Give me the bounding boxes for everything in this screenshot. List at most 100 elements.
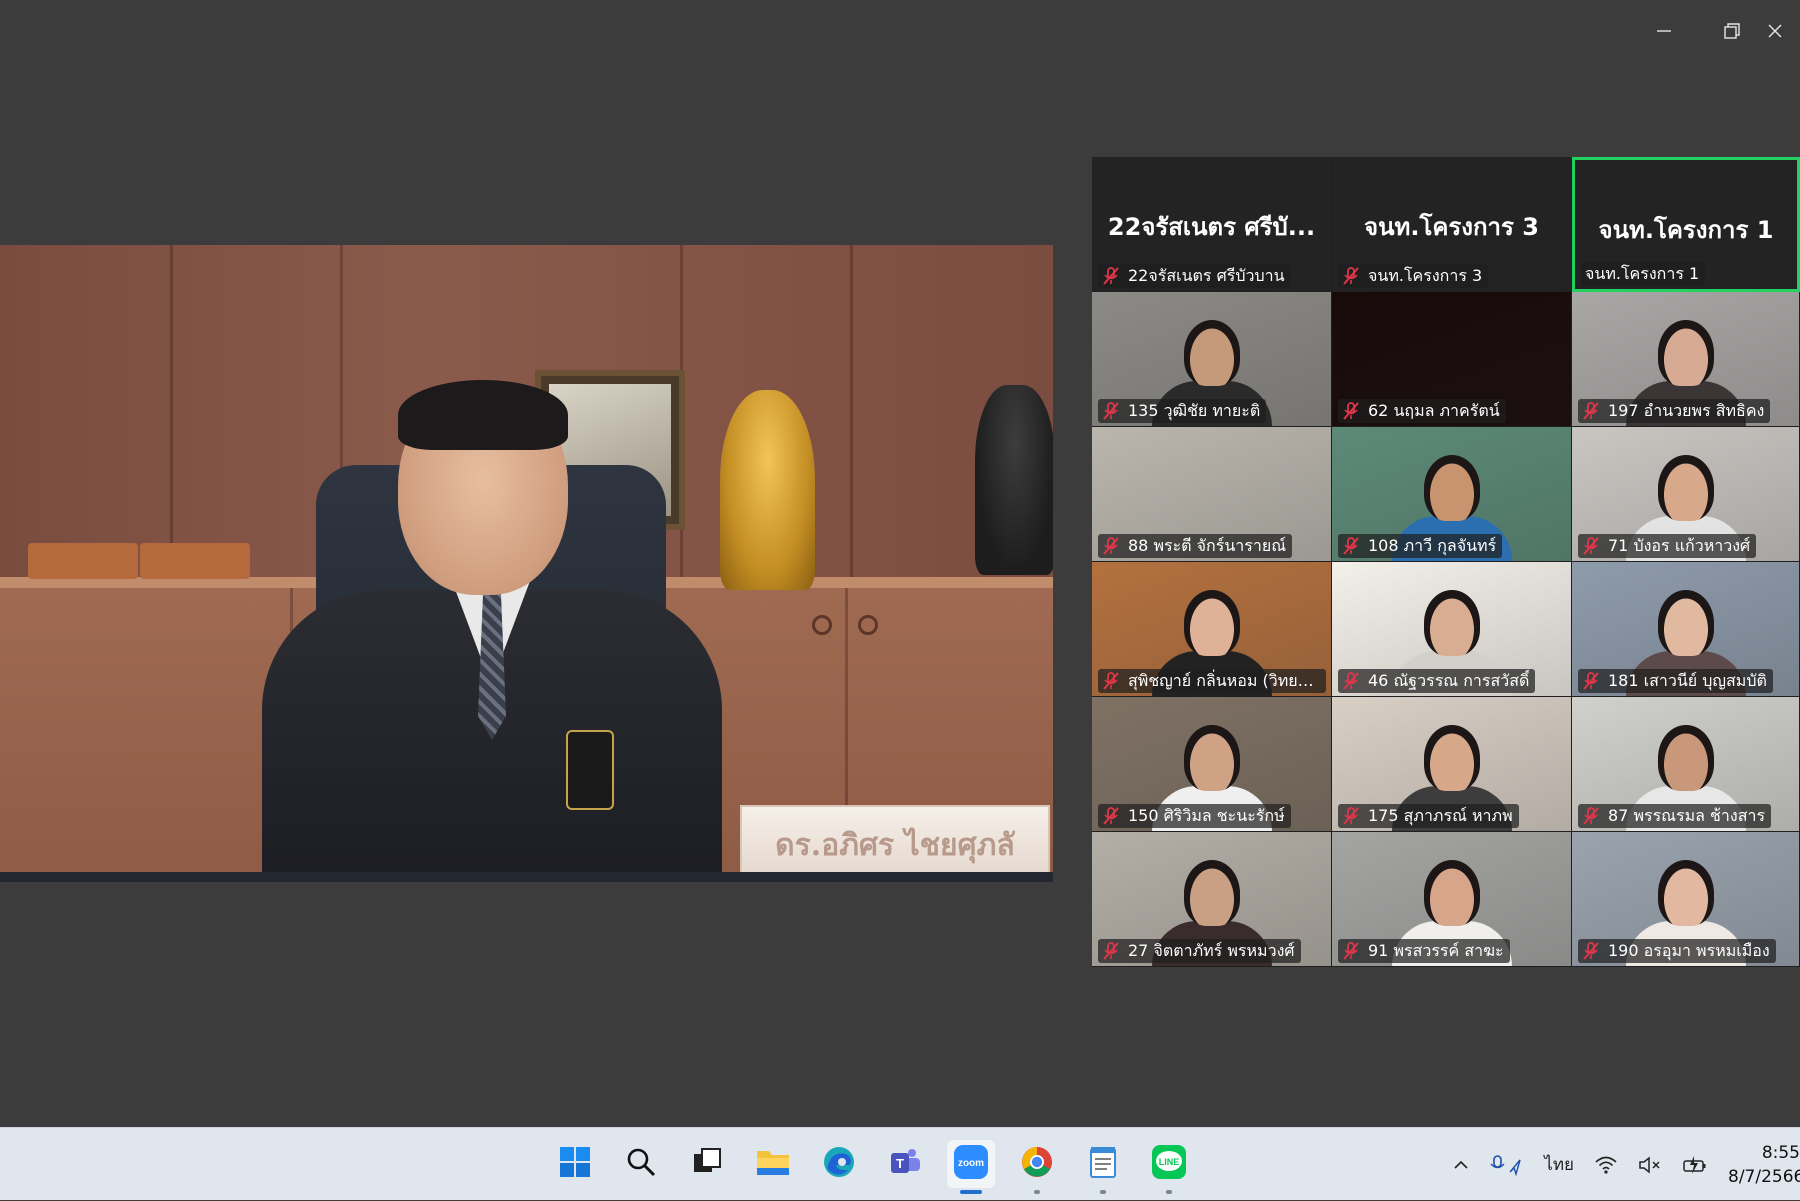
- gallery-row: สุพิชญาย์ กลิ่นหอม (วิทยา... 46 ณัฐวรรณ ก…: [1092, 562, 1800, 697]
- participant-name: 197 อำนวยพร สิทธิคง: [1608, 400, 1765, 420]
- gallery-header-row: 22จรัสเนตร ศรีบั... 22จรัสเนตร ศรีบัวบาน จ…: [1092, 157, 1800, 292]
- mic-location-button[interactable]: [1490, 1154, 1524, 1176]
- chrome-icon: [1020, 1145, 1054, 1183]
- participant-name: 62 นฤมล ภาครัตน์: [1368, 400, 1500, 420]
- participant-face: [1657, 725, 1714, 791]
- participant-name-label: 175 สุภาภรณ์ หาภพ: [1338, 804, 1519, 828]
- participant-video-tile[interactable]: สุพิชญาย์ กลิ่นหอม (วิทยา...: [1092, 562, 1332, 697]
- participant-video-tile[interactable]: 91 พรสวรรค์ สาฆะ: [1332, 832, 1572, 967]
- windows-icon: [558, 1145, 592, 1183]
- running-indicator: [1166, 1190, 1172, 1194]
- mic-muted-icon: [1342, 806, 1360, 826]
- show-hidden-icons-button[interactable]: [1452, 1156, 1470, 1174]
- participant-face: [1183, 725, 1240, 791]
- participant-name: 88 พระตี จักร์นารายณ์: [1128, 535, 1287, 555]
- participant-name: 91 พรสวรรค์ สาฆะ: [1368, 940, 1504, 960]
- participant-name-label: 87 พรรณรมล ช้างสาร: [1578, 804, 1772, 828]
- gallery-grid: 135 วุฒิชัย ทายะติ 62 นฤมล ภาครัตน์ 197 อำ…: [1092, 292, 1800, 967]
- participant-video-tile[interactable]: 88 พระตี จักร์นารายณ์: [1092, 427, 1332, 562]
- participant-video-tile[interactable]: 62 นฤมล ภาครัตน์: [1332, 292, 1572, 427]
- close-button[interactable]: [1766, 0, 1800, 62]
- participant-video-tile[interactable]: 46 ณัฐวรรณ การสวัสดิ์: [1332, 562, 1572, 697]
- mic-muted-icon: [1102, 806, 1120, 826]
- participant-video-tile[interactable]: 27 จิตตาภัทร์ พรหมวงศ์: [1092, 832, 1332, 967]
- participant-tile-no-video[interactable]: 22จรัสเนตร ศรีบั... 22จรัสเนตร ศรีบัวบาน: [1092, 157, 1332, 292]
- input-language[interactable]: ไทย: [1544, 1151, 1574, 1178]
- gallery-row: 150 ศิริวิมล ชะนะรักษ์ 175 สุภาภรณ์ หาภพ 8…: [1092, 697, 1800, 832]
- taskbar-search-button[interactable]: [617, 1140, 665, 1188]
- participant-face: [1657, 455, 1714, 521]
- participant-face: [1423, 455, 1480, 521]
- main-speaker-video[interactable]: ดร.อภิศร ไชยศุภลั: [0, 245, 1053, 882]
- taskbar-zoom-button[interactable]: zoom: [947, 1140, 995, 1194]
- microphone-icon: [1490, 1154, 1521, 1176]
- taskbar-file-explorer-button[interactable]: [749, 1140, 797, 1188]
- participant-name: จนท.โครงการ 3: [1368, 265, 1483, 285]
- taskbar-teams-button[interactable]: T: [881, 1140, 929, 1188]
- taskbar-notepad-button[interactable]: [1079, 1140, 1127, 1194]
- participant-name-label: 71 บังอร แก้วหาวงศ์: [1578, 534, 1757, 558]
- participant-display-name: จนท.โครงการ 3: [1364, 213, 1539, 241]
- participant-video-tile[interactable]: 175 สุภาภรณ์ หาภพ: [1332, 697, 1572, 832]
- speaker-hair: [398, 380, 568, 450]
- desk-nameplate: ดร.อภิศร ไชยศุภลั: [740, 805, 1050, 882]
- restore-button[interactable]: [1698, 0, 1766, 62]
- participant-video-tile[interactable]: 150 ศิริวิมล ชะนะรักษ์: [1092, 697, 1332, 832]
- clock-date: 8/7/2566: [1728, 1166, 1800, 1187]
- participant-name-label: 197 อำนวยพร สิทธิคง: [1578, 399, 1771, 423]
- zoom-icon: zoom: [953, 1144, 989, 1184]
- mic-muted-icon: [1102, 536, 1120, 556]
- notepad-icon: [1087, 1145, 1119, 1183]
- participant-name: สุพิชญาย์ กลิ่นหอม (วิทยา...: [1128, 670, 1320, 690]
- participant-name-label: 150 ศิริวิมล ชะนะรักษ์: [1098, 804, 1291, 828]
- participant-name-label: 108 ภาวี กุลจันทร์: [1338, 534, 1503, 558]
- gallery-row: 88 พระตี จักร์นารายณ์ 108 ภาวี กุลจันทร์ 7…: [1092, 427, 1800, 562]
- mic-muted-icon: [1582, 401, 1600, 421]
- mic-muted-icon: [1582, 671, 1600, 691]
- battery-button[interactable]: [1682, 1155, 1708, 1175]
- participant-name-label: 91 พรสวรรค์ สาฆะ: [1338, 939, 1510, 963]
- minimize-button[interactable]: [1630, 0, 1698, 62]
- lapel-emblem: [566, 730, 614, 810]
- participant-name-label: 190 อรอุมา พรหมเมือง: [1578, 939, 1776, 963]
- windows-taskbar: Tzoom LINE ไทย 8:55 8/7/2566: [0, 1127, 1800, 1200]
- participant-video-tile[interactable]: 190 อรอุมา พรหมเมือง: [1572, 832, 1800, 967]
- participant-name: 27 จิตตาภัทร์ พรหมวงศ์: [1128, 940, 1295, 960]
- search-icon: [625, 1146, 657, 1182]
- participant-tile-active-speaker[interactable]: จนท.โครงการ 1 จนท.โครงการ 1: [1572, 157, 1800, 292]
- svg-text:LINE: LINE: [1159, 1157, 1180, 1167]
- close-icon: [1768, 24, 1782, 38]
- cabinet-knob: [858, 615, 878, 635]
- taskbar-start-button[interactable]: [551, 1140, 599, 1188]
- mic-muted-icon: [1102, 941, 1120, 961]
- participant-video-tile[interactable]: 181 เสาวนีย์ บุญสมบัติ: [1572, 562, 1800, 697]
- network-button[interactable]: [1594, 1155, 1618, 1175]
- taskbar-task-view-button[interactable]: [683, 1140, 731, 1188]
- participant-name: 150 ศิริวิมล ชะนะรักษ์: [1128, 805, 1285, 825]
- participant-video-tile[interactable]: 71 บังอร แก้วหาวงศ์: [1572, 427, 1800, 562]
- desk-edge: [0, 872, 1053, 882]
- mic-muted-icon: [1102, 671, 1120, 691]
- taskbar-chrome-button[interactable]: [1013, 1140, 1061, 1194]
- running-indicator: [960, 1190, 982, 1194]
- taskbar-line-button[interactable]: LINE: [1145, 1140, 1193, 1194]
- participant-video-tile[interactable]: 108 ภาวี กุลจันทร์: [1332, 427, 1572, 562]
- participant-tile-no-video[interactable]: จนท.โครงการ 3 จนท.โครงการ 3: [1332, 157, 1572, 292]
- participant-name-label: 135 วุฒิชัย ทายะติ: [1098, 399, 1267, 423]
- participant-video-tile[interactable]: 87 พรรณรมล ช้างสาร: [1572, 697, 1800, 832]
- participant-display-name: 22จรัสเนตร ศรีบั...: [1107, 213, 1316, 241]
- clock-button[interactable]: 8:55 8/7/2566: [1728, 1141, 1800, 1189]
- participant-name: 190 อรอุมา พรหมเมือง: [1608, 940, 1770, 960]
- participant-name-label: 62 นฤมล ภาครัตน์: [1338, 399, 1506, 423]
- participant-name-label: 27 จิตตาภัทร์ พรหมวงศ์: [1098, 939, 1301, 963]
- mic-muted-icon: [1342, 401, 1360, 421]
- participant-name-label: 22จรัสเนตร ศรีบัวบาน: [1098, 264, 1291, 288]
- taskbar-edge-button[interactable]: [815, 1140, 863, 1188]
- line-icon: LINE: [1151, 1144, 1187, 1184]
- mic-muted-icon: [1102, 266, 1120, 286]
- participant-video-tile[interactable]: 197 อำนวยพร สิทธิคง: [1572, 292, 1800, 427]
- participant-video-tile[interactable]: 135 วุฒิชัย ทายะติ: [1092, 292, 1332, 427]
- minimize-icon: [1657, 30, 1671, 32]
- participant-name: 71 บังอร แก้วหาวงศ์: [1608, 535, 1751, 555]
- volume-button[interactable]: [1638, 1155, 1662, 1175]
